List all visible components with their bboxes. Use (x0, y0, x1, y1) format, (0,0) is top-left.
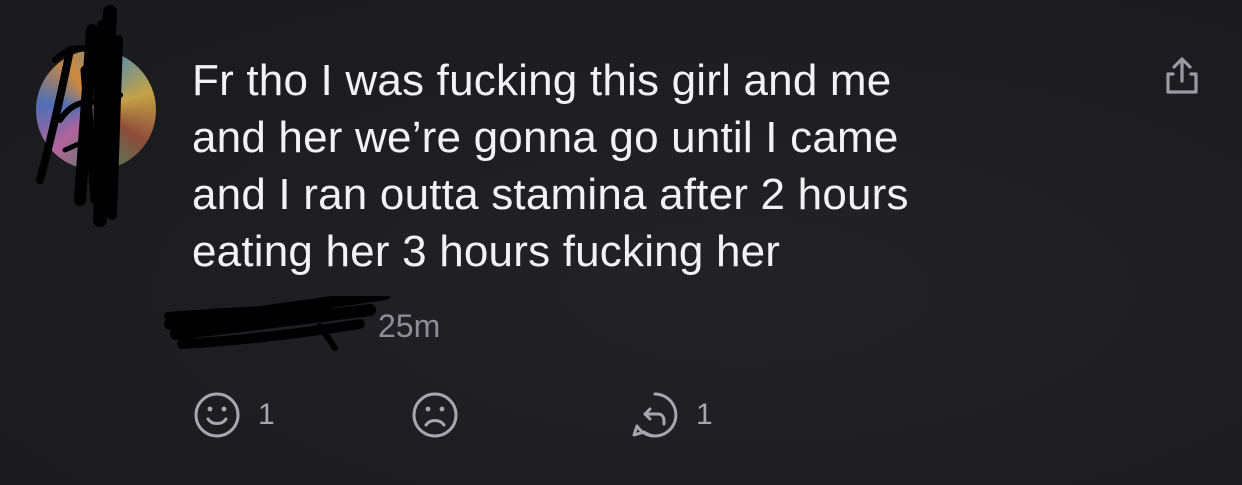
post-line: and her we’re gonna go until I came (192, 113, 899, 162)
timestamp: 25m (378, 308, 441, 344)
share-button[interactable] (1160, 54, 1204, 98)
post-meta: 25m (160, 296, 480, 360)
redaction-scribble (36, 5, 123, 227)
reply-icon (632, 392, 678, 438)
reply-button[interactable]: 1 (628, 390, 713, 440)
downvote-button[interactable] (408, 390, 462, 440)
post-body: Fr tho I was fucking this girl and me an… (192, 52, 1092, 280)
post-line: Fr tho I was fucking this girl and me (192, 56, 892, 105)
reply-count: 1 (696, 398, 713, 431)
action-bar: 1 1 (0, 390, 1242, 440)
frown-icon (412, 392, 458, 438)
post-line: eating her 3 hours fucking her (192, 227, 781, 276)
post-card: Fr tho I was fucking this girl and me an… (0, 0, 1242, 485)
smile-icon (194, 392, 240, 438)
upvote-button[interactable]: 1 (190, 390, 275, 440)
redaction-scribble (164, 296, 391, 351)
post-line: and I ran outta stamina after 2 hours (192, 170, 909, 219)
upvote-count: 1 (258, 398, 275, 431)
share-icon (1166, 57, 1198, 94)
